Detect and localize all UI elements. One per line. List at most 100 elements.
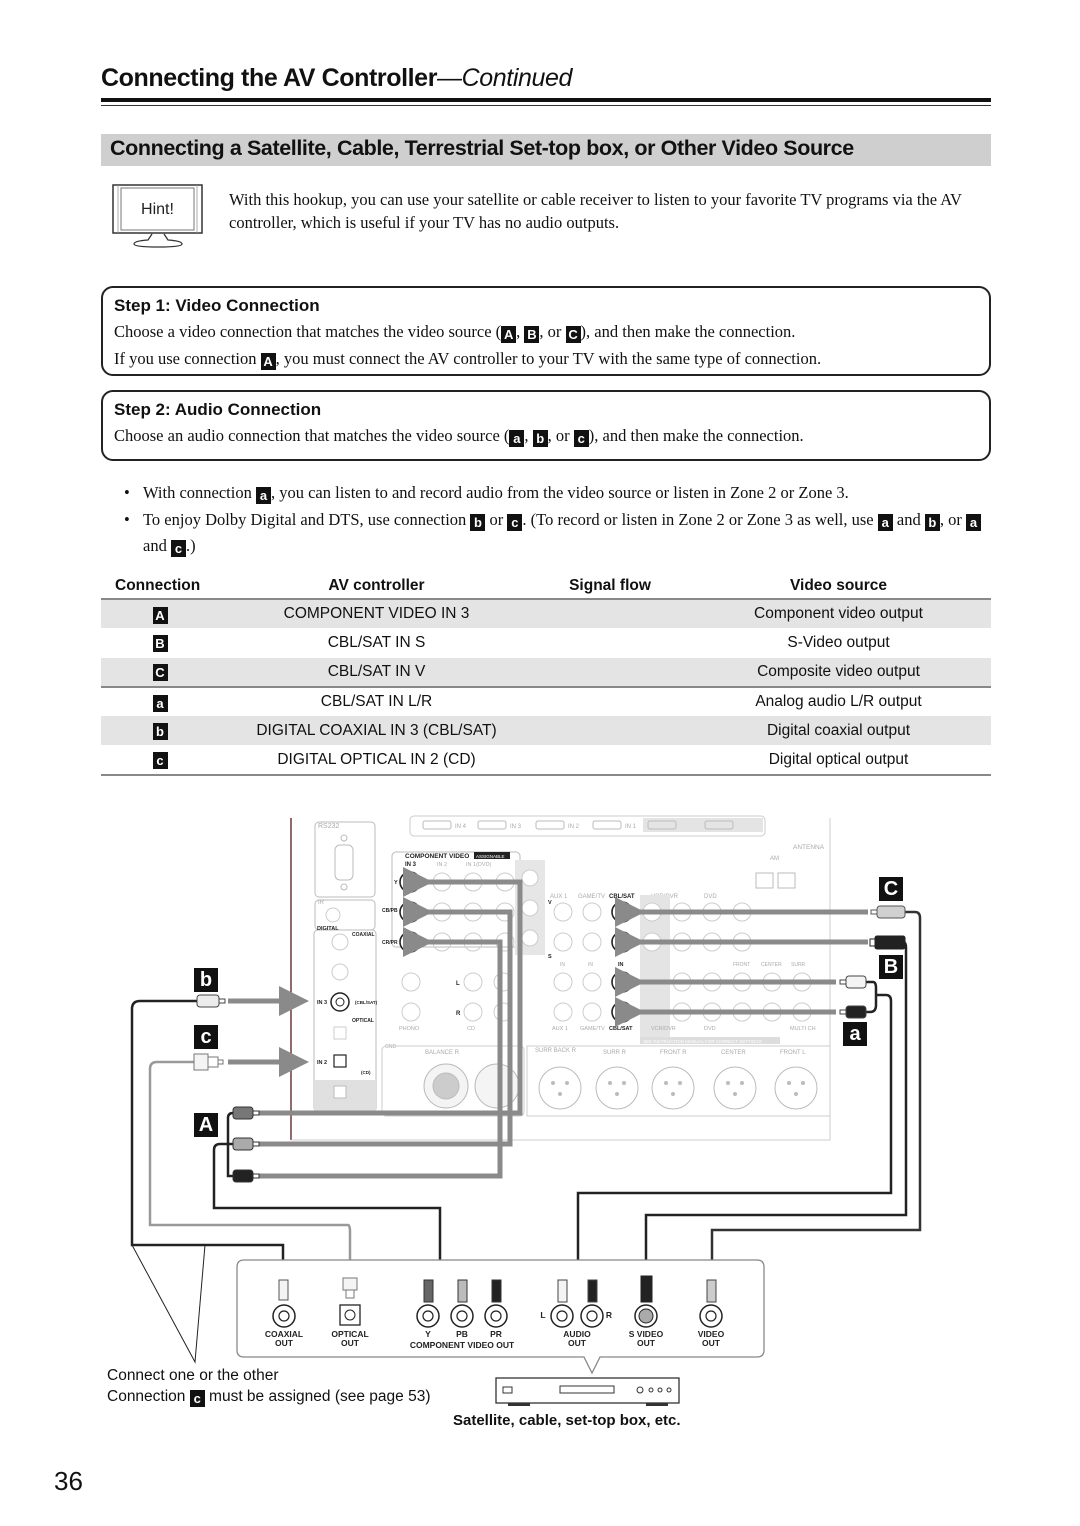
header-video-source: Video source (789, 577, 888, 594)
text: , or (539, 322, 566, 341)
hint-tv-icon: Hint! (112, 184, 203, 248)
label-antenna: ANTENNA (793, 844, 825, 851)
badge-c: c (152, 752, 168, 770)
label-y: Y (425, 1329, 431, 1339)
component-in3-jacks (399, 871, 421, 953)
cell-controller: COMPONENT VIDEO IN 3 (219, 599, 534, 629)
rear-panel: RS232 IN 4 IN 3 IN 2 IN 1 IR DIGITAL COA… (290, 815, 831, 1141)
label-multich: MULTI CH (790, 1026, 816, 1032)
label-pb: PB (456, 1329, 468, 1339)
label-gnd: GND (385, 1044, 397, 1050)
badge-c: c (573, 430, 589, 447)
cell-source: Composite video output (686, 657, 991, 688)
label-optical-out-2: OUT (341, 1338, 360, 1348)
device-caption: Satellite, cable, set-top box, etc. (453, 1412, 681, 1429)
text: , you must connect the AV controller to … (275, 349, 822, 368)
text: Choose an audio connection that matches … (114, 426, 510, 445)
cell-signal-flow (534, 745, 686, 776)
label-gametv-top: GAME/TV (578, 894, 605, 900)
badge-a: a (509, 430, 525, 447)
badge-a: a (255, 487, 271, 504)
badge-A: A (501, 326, 517, 343)
badge-c: c (189, 1390, 205, 1407)
label-svideo-out-2: OUT (637, 1338, 656, 1348)
header-av-controller: AV controller (328, 577, 425, 594)
text: . (To record or listen in Zone 2 or Zone… (522, 510, 878, 529)
cell-source: S-Video output (787, 633, 890, 651)
label-in: IN (588, 962, 593, 968)
hint-label: Hint! (141, 201, 174, 218)
text: ), and then make the connection. (580, 322, 796, 341)
label-vcrdvr-bottom: VCR/DVR (651, 1026, 676, 1032)
label-ir: IR (318, 900, 325, 906)
connection-table: Connection AV controller Signal flow Vid… (101, 574, 991, 776)
label-dig-in3: IN 3 (317, 1000, 327, 1006)
cell-connection: C (101, 657, 219, 688)
label-hdmi-in1: IN 1 (625, 824, 637, 830)
cell-controller: DIGITAL COAXIAL IN 3 (CBL/SAT) (219, 716, 534, 746)
label-front-l: FRONT L (780, 1050, 806, 1056)
text: , or (939, 510, 966, 529)
label-audio-l: L (540, 1310, 545, 1320)
cell-connection: b (101, 716, 219, 746)
badge-b: b (924, 514, 940, 531)
step2-line1: Choose an audio connection that matches … (114, 426, 804, 447)
badge-a: a (152, 694, 168, 712)
badge-B: B (524, 326, 540, 343)
hdmi-ports: IN 4 IN 3 IN 2 IN 1 (422, 818, 763, 832)
label-pr: PR (490, 1329, 502, 1339)
label-hdmi-in3: IN 3 (510, 824, 522, 830)
label-surr-r: SURR R (603, 1050, 627, 1056)
label-phono: PHONO (399, 1026, 420, 1032)
cblsat-video-jacks (611, 901, 633, 953)
label-hdmi-in4: IN 4 (455, 824, 467, 830)
label-coaxial: COAXIAL (352, 932, 375, 938)
label-cblsat-small: (CBL/SAT) (355, 1000, 378, 1005)
plugs-controller-side (193, 905, 906, 1183)
digital-optical-in2-jack (333, 1054, 347, 1068)
badge-A: A (260, 353, 276, 370)
page-title: Connecting the AV Controller—Continued (101, 64, 572, 93)
text: , (516, 322, 525, 341)
step2-box: Step 2: Audio Connection Choose an audio… (101, 390, 991, 461)
header-rule-thick (101, 98, 991, 102)
label-gametv-bottom: GAME/TV (580, 1026, 605, 1032)
cell-connection: A (101, 599, 219, 629)
badge-b: b (152, 723, 168, 741)
arrow-component-pr (258, 927, 503, 1179)
label-v: V (548, 900, 552, 906)
badge-A-diagram: A (194, 1113, 218, 1137)
xlr-connectors (423, 1063, 818, 1110)
text: ), and then make the connection. (588, 426, 804, 445)
settop-box-icon (495, 1377, 680, 1406)
label-comp-in2: IN 2 (437, 862, 447, 868)
label-optical: OPTICAL (352, 1018, 374, 1024)
text: , (524, 426, 533, 445)
badge-C: C (565, 326, 581, 343)
badge-C-diagram: C (879, 877, 903, 901)
page-title-main: Connecting the AV Controller (101, 64, 438, 92)
text: must be assigned (see page 53) (204, 1388, 431, 1405)
badge-b: b (532, 430, 548, 447)
badge-B-diagram: B (879, 955, 903, 979)
text: If you use connection (114, 349, 261, 368)
label-comp-in1: IN 1(DVD) (466, 862, 492, 868)
cell-connection: c (101, 745, 219, 776)
label-video-out-2: OUT (702, 1338, 721, 1348)
table-row: a CBL/SAT IN L/R Analog audio L/R output (101, 687, 991, 716)
cell-controller: CBL/SAT IN V (219, 657, 534, 688)
badge-C: C (152, 664, 168, 682)
table-row: B CBL/SAT IN S S-Video output (101, 628, 991, 657)
label-surr-back-r: SURR BACK R (535, 1048, 577, 1054)
table-row: A COMPONENT VIDEO IN 3 Component video o… (101, 599, 991, 629)
step2-title: Step 2: Audio Connection (114, 400, 322, 419)
header-connection: Connection (115, 577, 201, 594)
connection-notes: Connect one or the other Connection c mu… (107, 1365, 430, 1407)
table-header-row: Connection AV controller Signal flow Vid… (101, 574, 991, 599)
source-rear-panel: COAXIAL OUT OPTICAL OUT Y PB PR COMPONEN… (236, 1259, 765, 1375)
table-row: c DIGITAL OPTICAL IN 2 (CD) Digital opti… (101, 745, 991, 776)
badge-a: a (965, 514, 981, 531)
label-crpr: CR/PR (382, 940, 398, 946)
step1-title: Step 1: Video Connection (114, 296, 320, 315)
badge-a: a (877, 514, 893, 531)
